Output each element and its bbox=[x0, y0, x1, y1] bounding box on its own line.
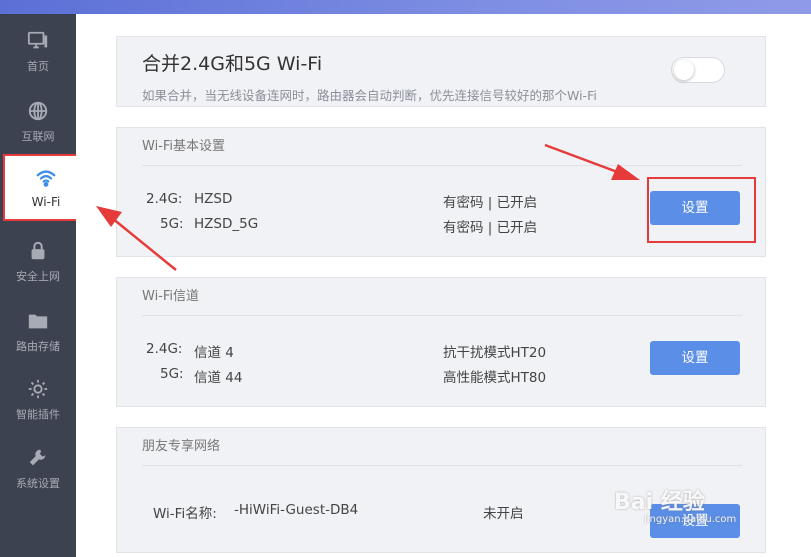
wifi-channel-card: Wi-Fi信道 2.4G: 信道 4 抗干扰模式HT20 5G: 信道 44 高… bbox=[116, 277, 766, 407]
channel-heading: Wi-Fi信道 bbox=[142, 278, 742, 316]
sidebar-item-label: 互联网 bbox=[21, 130, 55, 143]
wifi-basic-settings-card: Wi-Fi基本设置 2.4G: HZSD 有密码 | 已开启 5G: HZSD_… bbox=[116, 127, 766, 257]
top-gradient-bar bbox=[0, 0, 811, 14]
wifi-icon bbox=[36, 169, 56, 187]
sidebar-item-label: 首页 bbox=[27, 60, 49, 73]
sidebar-item-label: Wi-Fi bbox=[31, 194, 61, 209]
sidebar-item-security[interactable]: 安全上网 bbox=[0, 232, 76, 292]
basic-heading: Wi-Fi基本设置 bbox=[142, 128, 742, 166]
merge-wifi-card: 合并2.4G和5G Wi-Fi 如果合并，当无线设备连网时，路由器会自动判断，优… bbox=[116, 36, 766, 107]
sidebar-item-internet[interactable]: 互联网 bbox=[0, 92, 76, 152]
basic-row2-band: 5G: bbox=[160, 216, 184, 232]
channel-row1-mode: 抗干扰模式HT20 bbox=[443, 345, 547, 361]
sidebar-item-label: 系统设置 bbox=[16, 477, 60, 490]
main-content: 合并2.4G和5G Wi-Fi 如果合并，当无线设备连网时，路由器会自动判断，优… bbox=[76, 14, 811, 557]
folder-icon bbox=[28, 314, 48, 329]
sun-icon bbox=[28, 379, 48, 399]
basic-row1-name: HZSD bbox=[194, 191, 233, 207]
guest-name-value: -HiWiFi-Guest-DB4 bbox=[234, 502, 359, 518]
sidebar-item-label: 安全上网 bbox=[16, 270, 60, 283]
toggle-knob bbox=[674, 60, 694, 80]
monitor-icon bbox=[27, 31, 48, 49]
channel-row2-value: 信道 44 bbox=[194, 370, 243, 386]
channel-settings-button[interactable]: 设置 bbox=[650, 341, 740, 375]
channel-row2-band: 5G: bbox=[160, 366, 184, 382]
channel-row1-value: 信道 4 bbox=[194, 345, 234, 361]
guest-network-card: 朋友专享网络 Wi-Fi名称: -HiWiFi-Guest-DB4 未开启 设置 bbox=[116, 427, 766, 553]
merge-description: 如果合并，当无线设备连网时，路由器会自动判断，优先连接信号较好的那个Wi-Fi bbox=[142, 88, 597, 103]
sidebar-item-storage[interactable]: 路由存储 bbox=[0, 302, 76, 362]
merge-toggle[interactable] bbox=[671, 57, 725, 83]
basic-settings-button[interactable]: 设置 bbox=[650, 191, 740, 225]
wrench-icon bbox=[29, 449, 46, 466]
lock-icon bbox=[31, 241, 45, 260]
sidebar: 首页 互联网 Wi-Fi 安全上网 路由存储 智能插件 系统设置 bbox=[0, 14, 89, 557]
basic-row2-status: 有密码 | 已开启 bbox=[443, 220, 538, 236]
basic-row2-name: HZSD_5G bbox=[194, 216, 259, 232]
basic-row1-band: 2.4G: bbox=[146, 191, 183, 207]
merge-title: 合并2.4G和5G Wi-Fi bbox=[142, 53, 323, 75]
guest-settings-button[interactable]: 设置 bbox=[650, 504, 740, 538]
sidebar-item-label: 路由存储 bbox=[16, 340, 60, 353]
channel-row2-mode: 高性能模式HT80 bbox=[443, 370, 547, 386]
guest-heading: 朋友专享网络 bbox=[142, 428, 742, 466]
sidebar-item-label: 智能插件 bbox=[16, 408, 60, 421]
guest-name-label: Wi-Fi名称: bbox=[153, 506, 217, 522]
basic-row1-status: 有密码 | 已开启 bbox=[443, 195, 538, 211]
sidebar-item-home[interactable]: 首页 bbox=[0, 22, 76, 82]
globe-icon bbox=[28, 101, 48, 121]
guest-status: 未开启 bbox=[483, 506, 524, 522]
channel-row1-band: 2.4G: bbox=[146, 341, 183, 357]
sidebar-item-system[interactable]: 系统设置 bbox=[0, 439, 76, 499]
sidebar-item-plugins[interactable]: 智能插件 bbox=[0, 370, 76, 430]
